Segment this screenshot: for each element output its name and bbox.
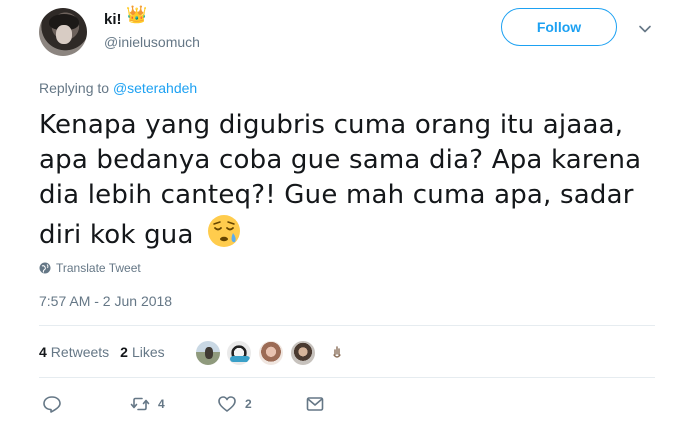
liker-avatar[interactable] bbox=[226, 340, 252, 366]
translate-tweet-link[interactable]: Translate Tweet bbox=[39, 261, 141, 275]
liker-avatar[interactable] bbox=[290, 340, 316, 366]
likes-count: 2 bbox=[120, 344, 128, 360]
retweet-count: 4 bbox=[158, 397, 165, 411]
likes-stat[interactable]: 2 Likes bbox=[120, 344, 164, 360]
retweet-icon bbox=[130, 397, 150, 411]
divider-top bbox=[39, 325, 655, 326]
sleepy-face-icon bbox=[208, 215, 241, 247]
liker-avatar[interactable] bbox=[258, 340, 284, 366]
reply-icon bbox=[43, 396, 61, 413]
heart-icon bbox=[218, 396, 236, 412]
reply-button[interactable] bbox=[42, 394, 62, 414]
tweet-text: Kenapa yang digubris cuma orang itu ajaa… bbox=[39, 108, 659, 253]
retweets-stat[interactable]: 4 Retweets bbox=[39, 344, 109, 360]
chevron-down-icon[interactable] bbox=[638, 22, 652, 36]
globe-icon bbox=[39, 262, 51, 274]
reply-mention-link[interactable]: @seterahdeh bbox=[113, 80, 197, 96]
follow-button[interactable]: Follow bbox=[501, 8, 617, 46]
like-count: 2 bbox=[245, 397, 252, 411]
retweets-count: 4 bbox=[39, 344, 47, 360]
retweets-label: Retweets bbox=[50, 344, 110, 360]
avatar-face bbox=[56, 25, 72, 44]
likes-label: Likes bbox=[131, 344, 165, 360]
author-display-name[interactable]: ki! bbox=[104, 11, 122, 28]
envelope-icon bbox=[306, 397, 324, 411]
engagement-stats: 4 Retweets 2 Likes bbox=[39, 344, 165, 360]
tweet-body: Kenapa yang digubris cuma orang itu ajaa… bbox=[39, 110, 642, 250]
hand-icon[interactable] bbox=[331, 345, 343, 359]
author-handle[interactable]: @inielusomuch bbox=[104, 34, 200, 50]
translate-label: Translate Tweet bbox=[56, 261, 141, 275]
reply-context: Replying to @seterahdeh bbox=[39, 80, 197, 96]
crown-icon: 👑 bbox=[126, 5, 148, 24]
tweet-timestamp[interactable]: 7:57 AM - 2 Jun 2018 bbox=[39, 293, 172, 309]
reply-prefix: Replying to bbox=[39, 80, 110, 96]
like-button[interactable]: 2 bbox=[217, 394, 252, 414]
author-avatar[interactable] bbox=[39, 8, 87, 56]
retweet-button[interactable]: 4 bbox=[130, 394, 165, 414]
divider-bottom bbox=[39, 377, 655, 378]
direct-message-button[interactable] bbox=[305, 394, 325, 414]
liker-avatar[interactable] bbox=[195, 340, 221, 366]
